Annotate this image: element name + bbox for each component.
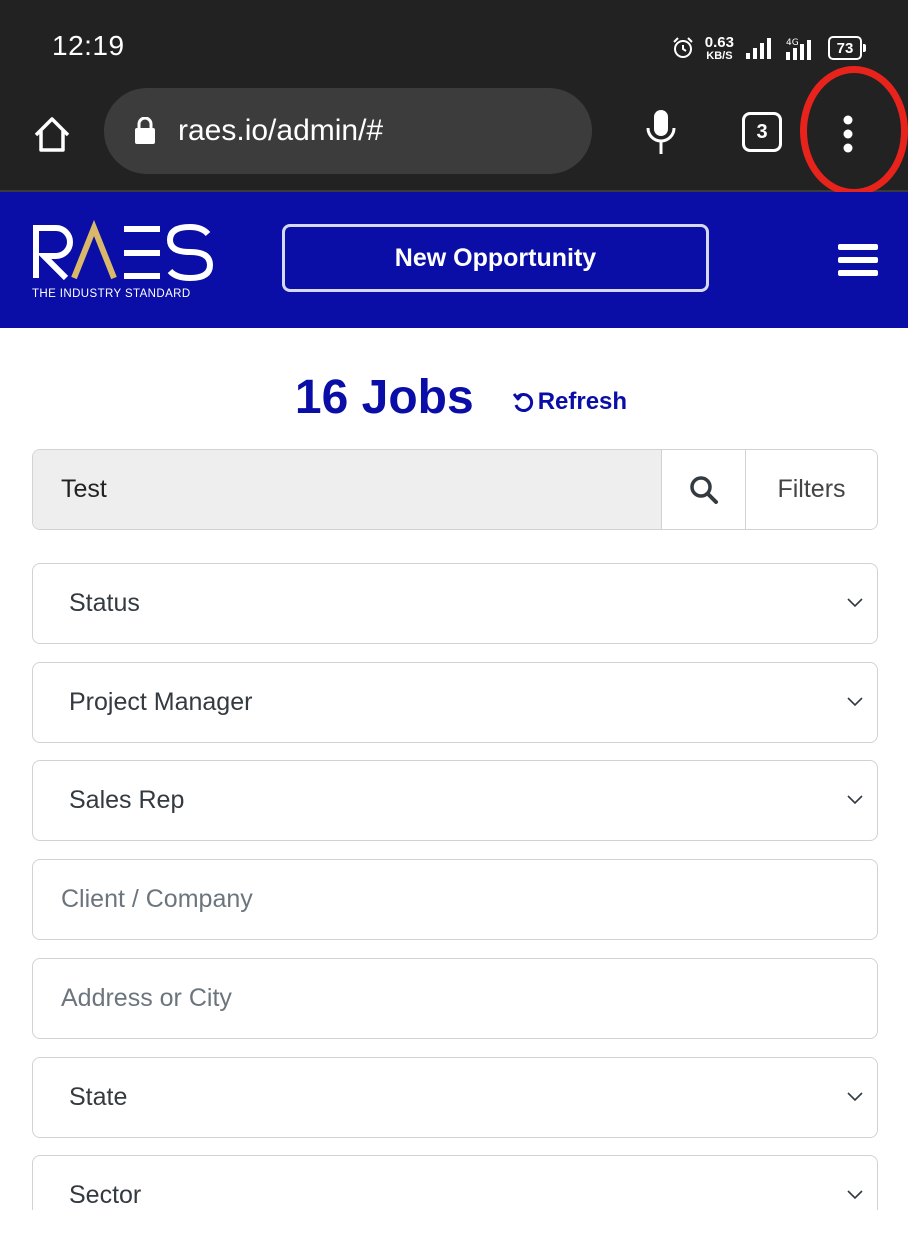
jobs-count-title: 16 Jobs	[294, 371, 474, 424]
voice-search-button[interactable]	[638, 106, 684, 158]
network-speed: 0.63 KB/S	[705, 35, 734, 62]
hamburger-bar	[838, 244, 878, 250]
jobs-heading: 16 Jobs Refresh	[0, 370, 908, 425]
hamburger-bar	[838, 270, 878, 276]
client-company-placeholder: Client / Company	[61, 885, 253, 913]
network-speed-value: 0.63	[704, 33, 734, 51]
lock-icon	[135, 117, 155, 144]
network-speed-unit: KB/S	[706, 49, 733, 62]
lte-signal-icon: 4G	[786, 38, 811, 60]
url-text: raes.io/admin/#	[178, 114, 384, 147]
raes-logo[interactable]: THE INDUSTRY STANDARD	[30, 220, 216, 300]
more-vert-icon	[843, 115, 853, 153]
search-button[interactable]	[662, 450, 746, 529]
chevron-down-icon	[847, 598, 863, 608]
sector-select-label: Sector	[69, 1181, 142, 1209]
status-icons: 0.63 KB/S 4G 73	[671, 32, 866, 64]
chevron-down-icon	[847, 697, 863, 707]
project-manager-select-label: Project Manager	[69, 688, 253, 716]
network-type-label: 4G	[786, 38, 799, 48]
refresh-icon	[512, 393, 533, 412]
filters-button[interactable]: Filters	[746, 450, 877, 529]
status-bar: 12:19 0.63 KB/S 4G 73	[0, 0, 908, 86]
home-icon	[34, 117, 70, 152]
mic-icon	[646, 110, 676, 154]
address-city-placeholder: Address or City	[61, 984, 232, 1012]
address-city-input[interactable]: Address or City	[32, 958, 878, 1039]
status-time: 12:19	[52, 30, 125, 61]
state-select[interactable]: State	[32, 1057, 878, 1138]
browser-menu-button[interactable]	[826, 106, 870, 162]
home-button[interactable]	[28, 110, 76, 158]
project-manager-select[interactable]: Project Manager	[32, 662, 878, 743]
hamburger-menu-button[interactable]	[838, 244, 878, 276]
status-select-label: Status	[69, 589, 140, 617]
search-input[interactable]: Test	[33, 450, 662, 529]
chevron-down-icon	[847, 1190, 863, 1200]
browser-toolbar: raes.io/admin/# 3	[0, 86, 908, 192]
signal-icon	[746, 38, 771, 59]
search-group: Test Filters	[32, 449, 878, 530]
sales-rep-select[interactable]: Sales Rep	[32, 760, 878, 841]
battery-indicator: 73	[828, 36, 866, 60]
app-header: THE INDUSTRY STANDARD New Opportunity	[0, 192, 908, 328]
refresh-link[interactable]: Refresh	[512, 388, 627, 416]
hamburger-bar	[838, 257, 878, 263]
screen-bottom-edge	[0, 1210, 908, 1238]
address-bar[interactable]: raes.io/admin/#	[104, 88, 592, 174]
new-opportunity-button[interactable]: New Opportunity	[282, 224, 709, 292]
refresh-label: Refresh	[537, 388, 628, 415]
chevron-down-icon	[847, 1092, 863, 1102]
tab-switcher-button[interactable]: 3	[742, 112, 782, 152]
client-company-input[interactable]: Client / Company	[32, 859, 878, 940]
status-select[interactable]: Status	[32, 563, 878, 644]
search-icon	[689, 475, 718, 504]
alarm-icon	[673, 37, 693, 58]
sales-rep-select-label: Sales Rep	[69, 786, 185, 814]
chevron-down-icon	[847, 795, 863, 805]
state-select-label: State	[69, 1083, 128, 1111]
logo-tagline: THE INDUSTRY STANDARD	[32, 288, 191, 300]
